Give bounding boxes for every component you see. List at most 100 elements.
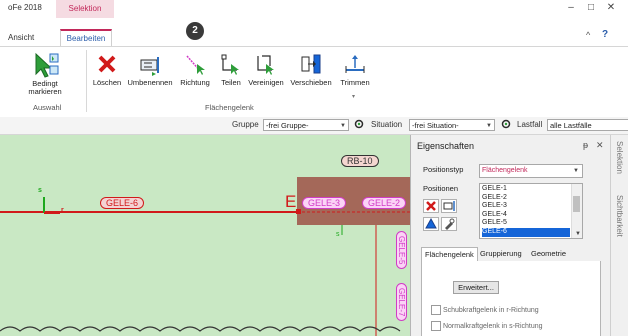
checkbox-row-schub[interactable]: Schubkraftgelenk in r-Richtung: [431, 305, 539, 315]
maximize-button[interactable]: □: [584, 2, 598, 14]
bedingt-markieren-label: Bedingt markieren: [28, 79, 62, 96]
verschieben-button[interactable]: Verschieben: [288, 52, 334, 87]
subtab-gruppierung[interactable]: Gruppierung: [480, 249, 522, 258]
group-label-flaechengelenk: Flächengelenk: [205, 103, 254, 112]
group-label-auswahl: Auswahl: [33, 103, 62, 112]
hatch-position-button[interactable]: [423, 217, 439, 231]
list-item[interactable]: GELE-3: [482, 202, 570, 211]
chevron-down-icon: ▼: [573, 168, 579, 174]
rename-icon: [443, 201, 455, 211]
lastfall-value: alle Lastfälle: [550, 121, 592, 130]
teilen-label: Teilen: [221, 78, 241, 87]
loeschen-label: Löschen: [92, 78, 122, 87]
lastfall-label: Lastfall: [517, 120, 543, 129]
subtab-geometrie[interactable]: Geometrie: [531, 249, 566, 258]
positionstyp-select[interactable]: Flächengelenk ▼: [479, 164, 583, 178]
vereinigen-button[interactable]: Vereinigen: [246, 52, 286, 87]
scrollbar-thumb[interactable]: [573, 196, 580, 212]
step-badge: 2: [186, 22, 204, 40]
split-icon: [221, 54, 239, 75]
richtung-button[interactable]: Richtung: [176, 52, 214, 87]
side-tab-sichtbarkeit[interactable]: Sichtbarkeit: [615, 195, 624, 237]
checkbox-row-normal[interactable]: Normalkraftgelenk in s-Richtung: [431, 321, 543, 331]
gruppe-value: -frei Gruppe-: [266, 121, 309, 130]
move-icon: [301, 54, 321, 74]
erweitert-button[interactable]: Erweitert...: [453, 281, 499, 294]
normal-checkbox[interactable]: [431, 321, 441, 331]
gele2-label[interactable]: GELE-2: [362, 197, 407, 209]
tab-bearbeiten-label: Bearbeiten: [66, 34, 106, 43]
tool-icon: [445, 218, 455, 230]
lastfall-select[interactable]: alle Lastfälle: [547, 119, 628, 131]
minimize-button[interactable]: –: [564, 2, 578, 14]
panel-close-icon[interactable]: ✕: [596, 140, 604, 151]
vereinigen-label: Vereinigen: [248, 78, 284, 87]
positionen-list[interactable]: GELE-1 GELE-2 GELE-3 GELE-4 GELE-5 GELE-6: [479, 183, 583, 239]
trimmen-dropdown-icon[interactable]: ▾: [352, 93, 355, 100]
direction-icon: [186, 55, 205, 75]
filter-gear-icon[interactable]: [500, 118, 512, 132]
context-tab-selektion[interactable]: Selektion: [56, 0, 114, 18]
delete-position-button[interactable]: [423, 199, 439, 213]
app-title: oFe 2018: [8, 3, 42, 12]
gele5-vertical-label[interactable]: GELE-5: [396, 231, 407, 270]
teilen-button[interactable]: Teilen: [216, 52, 246, 87]
axis-r-label: r: [61, 207, 64, 214]
drawing-canvas[interactable]: s r GELE-6 E RB-10 GELE-3 GELE-2 s GELE-…: [0, 135, 410, 336]
rename-position-button[interactable]: [441, 199, 457, 213]
filter-gear-icon[interactable]: [353, 118, 365, 132]
axis-s-label: s: [38, 187, 42, 194]
verschieben-label: Verschieben: [290, 78, 332, 87]
gele7-vertical-label[interactable]: GELE-7: [396, 283, 407, 322]
help-button[interactable]: ?: [602, 29, 608, 40]
list-scrollbar[interactable]: [571, 184, 582, 238]
umbenennen-button[interactable]: Umbenennen: [124, 52, 176, 87]
chevron-down-icon: ▼: [575, 231, 581, 237]
side-tab-strip: Selektion Sichtbarkeit: [610, 135, 628, 336]
situation-select[interactable]: -frei Situation- ▼: [409, 119, 495, 131]
tab-ansicht[interactable]: Ansicht: [8, 33, 34, 42]
side-tab-selektion[interactable]: Selektion: [615, 141, 624, 174]
umbenennen-label: Umbenennen: [127, 78, 173, 87]
list-item[interactable]: GELE-4: [482, 211, 570, 220]
list-item[interactable]: GELE-5: [482, 219, 570, 228]
richtung-label: Richtung: [180, 78, 210, 87]
delete-x-icon: [426, 201, 436, 211]
chevron-down-icon: ▼: [486, 123, 492, 129]
close-button[interactable]: ✕: [604, 2, 618, 14]
situation-value: -frei Situation-: [412, 121, 459, 130]
gele6-label[interactable]: GELE-6: [100, 197, 145, 209]
normal-checkbox-label: Normalkraftgelenk in s-Richtung: [442, 322, 543, 330]
list-item[interactable]: GELE-2: [482, 194, 570, 203]
trimmen-button[interactable]: Trimmen: [336, 52, 374, 87]
axis-s-label-2: s: [336, 231, 340, 238]
gele3-label[interactable]: GELE-3: [302, 197, 347, 209]
chevron-down-icon: ▼: [340, 123, 346, 129]
e-marker-label: E: [285, 192, 297, 211]
positionen-label: Positionen: [423, 184, 459, 193]
list-item[interactable]: GELE-6: [482, 227, 570, 237]
positionstyp-label: Positionstyp: [423, 165, 464, 174]
triangle-hatch-icon: [425, 217, 437, 229]
positionstyp-value: Flächengelenk: [482, 167, 528, 174]
bedingt-markieren-button[interactable]: Bedingt markieren: [20, 50, 70, 96]
tool-position-button[interactable]: [441, 217, 457, 231]
schub-checkbox[interactable]: [431, 305, 441, 315]
trim-icon: [345, 55, 365, 73]
list-item[interactable]: GELE-1: [482, 185, 570, 194]
situation-label: Situation: [371, 120, 403, 129]
rb10-label[interactable]: RB-10: [341, 155, 379, 167]
gruppe-label: Gruppe: [232, 120, 259, 129]
loeschen-button[interactable]: Löschen: [90, 52, 124, 87]
cursor-select-icon: [35, 52, 59, 78]
gruppe-select[interactable]: -frei Gruppe- ▼: [263, 119, 349, 131]
pin-icon[interactable]: ᵽ: [583, 140, 588, 150]
panel-title: Eigenschaften: [417, 141, 475, 151]
ribbon-separator: [86, 50, 87, 112]
merge-icon: [257, 55, 274, 75]
edge-scribble: [0, 326, 401, 332]
subtab-flaechengelenk[interactable]: Flächengelenk: [421, 247, 478, 262]
ribbon-collapse-icon[interactable]: ^: [586, 30, 590, 40]
trimmen-label: Trimmen: [340, 78, 370, 87]
schub-checkbox-label: Schubkraftgelenk in r-Richtung: [442, 306, 539, 314]
